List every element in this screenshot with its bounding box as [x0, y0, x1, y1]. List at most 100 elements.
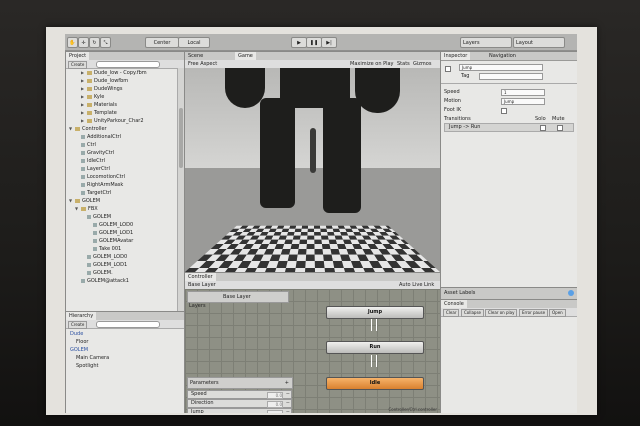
step-button[interactable]: ▶| — [321, 37, 337, 48]
project-item[interactable]: GOLEM_LOD0 — [66, 254, 176, 260]
project-item[interactable]: ▼ GOLEM — [66, 198, 176, 204]
console-clear-on-play-button[interactable]: Clear on play — [485, 309, 518, 317]
project-item-label: FBX — [88, 206, 98, 212]
animator-graph[interactable]: Base Layer Layers Jump Run Idle Paramete… — [185, 289, 440, 413]
asset-label-icon[interactable] — [568, 290, 574, 296]
auto-live-link-toggle[interactable]: Auto Live Link — [399, 282, 434, 288]
layers-dropdown[interactable]: Layers — [460, 37, 512, 48]
project-item[interactable]: TargetCtrl — [66, 190, 176, 196]
tab-controller[interactable]: Controller — [185, 273, 216, 281]
project-item[interactable]: ▶ Dude_low - Copy.fbm — [66, 70, 176, 76]
hand-tool-icon[interactable]: ✋ — [67, 37, 78, 48]
project-item[interactable]: ▶ Kyle — [66, 94, 176, 100]
hierarchy-item[interactable]: Main Camera — [76, 355, 109, 361]
project-item[interactable]: GOLEM_LOD1 — [66, 230, 176, 236]
project-scroll-thumb[interactable] — [179, 108, 183, 168]
parameter-row[interactable]: Direction 0.0− — [187, 399, 292, 408]
project-item[interactable]: GravityCtrl — [66, 150, 176, 156]
tab-inspector[interactable]: Inspector — [441, 52, 471, 60]
transition-run-idle[interactable] — [371, 355, 372, 367]
console-error-pause-button[interactable]: Error pause — [519, 309, 549, 317]
tab-project[interactable]: Project — [66, 52, 90, 60]
hierarchy-item[interactable]: GOLEM — [70, 347, 88, 353]
project-create-button[interactable]: Create — [68, 61, 88, 69]
project-item[interactable]: GOLEM. — [66, 270, 176, 276]
tag-field[interactable] — [479, 73, 543, 80]
folder-icon — [87, 94, 92, 99]
transition-idle-run[interactable] — [376, 355, 377, 367]
parameter-value-field[interactable]: 0.0 — [267, 401, 283, 408]
project-item[interactable]: IdleCtrl — [66, 158, 176, 164]
remove-parameter-icon[interactable]: − — [286, 409, 290, 413]
hierarchy-item[interactable]: Spotlight — [76, 363, 98, 369]
state-name-field[interactable]: Jump — [459, 64, 543, 71]
pause-button[interactable]: ❚❚ — [306, 37, 322, 48]
remove-parameter-icon[interactable]: − — [286, 400, 290, 407]
console-collapse-button[interactable]: Collapse — [461, 309, 484, 317]
remove-parameter-icon[interactable]: − — [286, 391, 290, 398]
tab-scene[interactable]: Scene — [185, 52, 207, 60]
transition-run-jump[interactable] — [376, 319, 377, 331]
pivot-toggle[interactable]: Center — [145, 37, 179, 48]
project-item-label: GOLEM_LOD0 — [93, 254, 128, 260]
project-item[interactable]: GOLEM — [66, 214, 176, 220]
maximize-on-play-toggle[interactable]: Maximize on Play — [350, 61, 394, 67]
project-item[interactable]: AdditionalCtrl — [66, 134, 176, 140]
tab-game[interactable]: Game — [235, 52, 256, 60]
rotate-tool-icon[interactable]: ↻ — [89, 37, 100, 48]
parameter-value-field[interactable] — [267, 410, 283, 413]
scale-tool-icon[interactable]: ⤡ — [100, 37, 111, 48]
project-item[interactable]: GOLEM_LOD1 — [66, 262, 176, 268]
console-open-button[interactable]: Open — [549, 309, 566, 317]
state-idle[interactable]: Idle — [326, 377, 424, 390]
console-clear-button[interactable]: Clear — [443, 309, 460, 317]
state-run[interactable]: Run — [326, 341, 424, 354]
project-item[interactable]: ▼ FBX — [66, 206, 176, 212]
project-item[interactable]: ▶ Dude_lowfbm — [66, 78, 176, 84]
project-item[interactable]: ▼ Controller — [66, 126, 176, 132]
project-item[interactable]: ▶ DudeWings — [66, 86, 176, 92]
state-jump[interactable]: Jump — [326, 306, 424, 319]
project-item[interactable]: GOLEM_LOD0 — [66, 222, 176, 228]
solo-checkbox[interactable] — [540, 125, 546, 131]
hierarchy-search-input[interactable] — [96, 321, 160, 328]
project-item[interactable]: ▶ Materials — [66, 102, 176, 108]
motion-field[interactable]: Jump — [501, 98, 545, 105]
hierarchy-item[interactable]: Dude — [70, 331, 83, 337]
transition-jump-run[interactable] — [371, 319, 372, 331]
parameter-row[interactable]: Jump − — [187, 408, 292, 413]
gizmos-dropdown[interactable]: Gizmos — [413, 61, 431, 67]
hierarchy-create-button[interactable]: Create — [68, 321, 88, 329]
project-item[interactable]: GOLEMAvatar — [66, 238, 176, 244]
stats-toggle[interactable]: Stats — [397, 61, 410, 67]
layer-row[interactable]: Base Layer — [187, 291, 289, 303]
add-parameter-button[interactable]: + — [285, 380, 289, 386]
space-toggle[interactable]: Local — [178, 37, 210, 48]
project-item[interactable]: ▶ Template — [66, 110, 176, 116]
transition-row[interactable]: Jump -> Run — [444, 123, 574, 132]
mute-checkbox[interactable] — [557, 125, 563, 131]
aspect-dropdown[interactable]: Free Aspect — [188, 61, 217, 67]
project-item[interactable]: GOLEM@attack1 — [66, 278, 176, 284]
project-item[interactable]: Ctrl — [66, 142, 176, 148]
hierarchy-item[interactable]: Floor — [76, 339, 88, 345]
breadcrumb-base-layer[interactable]: Base Layer — [188, 282, 216, 288]
speed-field[interactable]: 1 — [501, 89, 545, 96]
project-scrollbar[interactable] — [177, 68, 184, 311]
parameter-value-field[interactable]: 0.0 — [267, 392, 283, 399]
parameter-row[interactable]: Speed 0.0− — [187, 390, 292, 399]
project-item[interactable]: ▶ UnityParkour_Char2 — [66, 118, 176, 124]
tab-console[interactable]: Console — [441, 300, 467, 308]
tab-hierarchy[interactable]: Hierarchy — [66, 312, 97, 320]
tab-navigation[interactable]: Navigation — [486, 52, 519, 60]
project-item[interactable]: RightArmMask — [66, 182, 176, 188]
layout-dropdown[interactable]: Layout — [513, 37, 565, 48]
move-tool-icon[interactable]: ✛ — [78, 37, 89, 48]
state-active-checkbox[interactable] — [445, 66, 451, 72]
project-item[interactable]: LayerCtrl — [66, 166, 176, 172]
foot-ik-checkbox[interactable] — [501, 108, 507, 114]
project-item[interactable]: Take 001 — [66, 246, 176, 252]
project-item[interactable]: LocomotionCtrl — [66, 174, 176, 180]
play-button[interactable]: ▶ — [291, 37, 307, 48]
project-search-input[interactable] — [96, 61, 160, 68]
